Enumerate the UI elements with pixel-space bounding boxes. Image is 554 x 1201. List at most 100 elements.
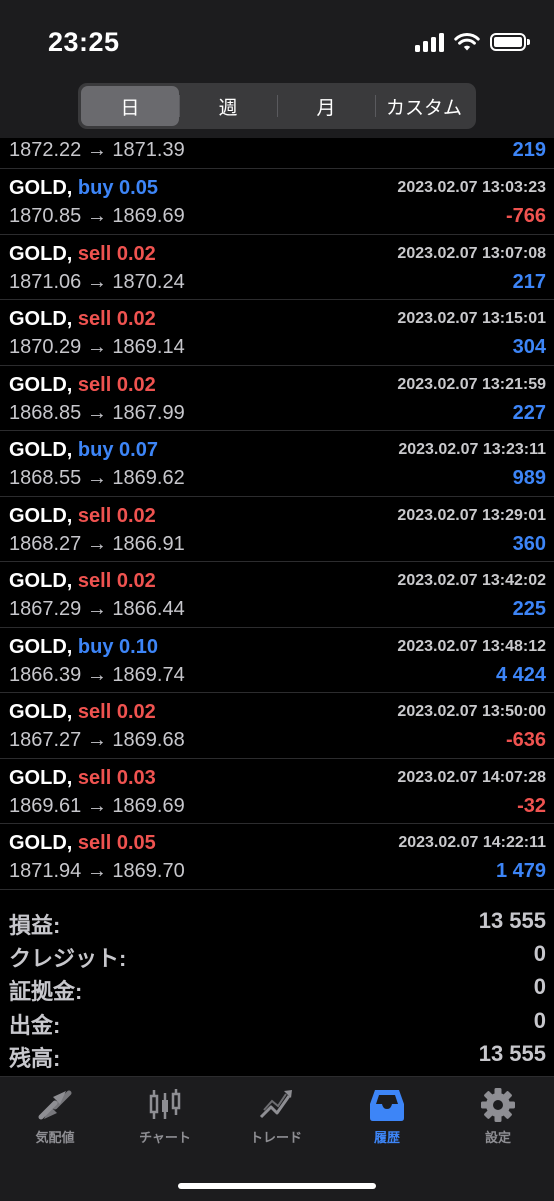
summary-label: 残高:	[9, 1045, 61, 1071]
tab-trade[interactable]: トレード	[221, 1087, 331, 1146]
summary-row-profit: 損益: 13 555	[0, 904, 554, 938]
deal-profit: 225	[512, 598, 546, 620]
tab-label: トレード	[249, 1130, 302, 1145]
deal-row[interactable]: GOLD, sell 0.02 2023.02.07 13:21:59 1868.8…	[0, 366, 554, 431]
wifi-icon	[454, 33, 480, 51]
deal-symbol-name: GOLD,	[9, 504, 73, 527]
deal-profit: 1 479	[495, 860, 546, 882]
deal-row[interactable]: GOLD, sell 0.02 2023.02.07 13:42:02 1867.2…	[0, 562, 554, 628]
deal-symbol-name: GOLD,	[9, 373, 73, 396]
summary-row-balance: 残高: 13 555	[0, 1037, 554, 1071]
history-icon	[370, 1090, 404, 1121]
battery-icon	[490, 33, 530, 51]
deal-symbol-name: GOLD,	[9, 635, 73, 658]
deal-time: 2023.02.07 13:50:00	[397, 703, 546, 720]
deal-row[interactable]: GOLD, buy 0.10 2023.02.07 13:48:12 1866.39…	[0, 628, 554, 693]
summary-row-credit: クレジット: 0	[0, 937, 554, 971]
deal-type-volume: buy 0.10	[77, 635, 158, 658]
deal-prices: 1871.94 → 1869.70	[9, 860, 185, 882]
cellular-signal-icon	[415, 32, 444, 52]
trade-icon	[259, 1090, 292, 1119]
deal-symbol: GOLD, buy 0.10	[9, 636, 158, 659]
deal-symbol-name: GOLD,	[9, 308, 73, 330]
deal-type-volume: buy 0.07	[77, 439, 158, 461]
deal-profit: -32	[517, 794, 546, 817]
deal-prices: 1868.55 → 1869.62	[9, 467, 185, 489]
period-tab-custom[interactable]: カスタム	[375, 86, 473, 126]
deal-prices: 1868.27 → 1866.91	[9, 532, 185, 555]
tab-settings[interactable]: 設定	[443, 1087, 553, 1146]
deal-type-volume: sell 0.02	[77, 701, 156, 723]
deal-time: 2023.02.07 14:22:11	[398, 834, 546, 851]
deal-time: 2023.02.07 13:42:02	[397, 572, 546, 589]
deal-row-partial[interactable]: 1872.22 → 1871.39 219	[0, 138, 554, 169]
top-bar: 23:25 日 週 月 カスタム	[0, 0, 554, 138]
deal-type-volume: sell 0.03	[77, 766, 156, 789]
status-time: 23:25	[48, 27, 120, 57]
period-tab-week[interactable]: 週	[179, 86, 277, 126]
deal-symbol: GOLD, sell 0.02	[9, 701, 156, 724]
deal-row[interactable]: GOLD, sell 0.05 2023.02.07 14:22:11 1871.9…	[0, 824, 554, 890]
tab-label: 設定	[484, 1130, 511, 1145]
deal-profit: 227	[512, 401, 546, 424]
deal-prices: 1870.85 → 1869.69	[9, 205, 185, 227]
summary-value: 0	[533, 974, 546, 1000]
deal-prices: 1871.06 → 1870.24	[9, 270, 185, 293]
deal-prices: 1870.29 → 1869.14	[9, 336, 185, 358]
deal-symbol-name: GOLD,	[9, 570, 73, 592]
deal-prices: 1866.39 → 1869.74	[9, 663, 185, 686]
chart-icon	[149, 1089, 181, 1119]
status-icons	[415, 32, 530, 52]
summary-value: 13 555	[478, 1040, 546, 1066]
deal-symbol: GOLD, sell 0.02	[9, 243, 156, 266]
tab-quotes[interactable]: 気配値	[0, 1087, 110, 1146]
deal-type-volume: sell 0.02	[77, 308, 156, 330]
deal-type-volume: sell 0.02	[77, 373, 156, 396]
summary-row-deposit: 証拠金: 0	[0, 970, 554, 1004]
period-tab-day[interactable]: 日	[81, 86, 179, 126]
deal-prices: 1872.22 → 1871.39	[9, 139, 185, 161]
deal-time: 2023.02.07 13:07:08	[397, 244, 546, 262]
deal-time: 2023.02.07 13:48:12	[397, 637, 546, 655]
deal-symbol: GOLD, buy 0.07	[9, 439, 158, 462]
deal-symbol-name: GOLD,	[9, 242, 73, 265]
deal-time: 2023.02.07 13:03:23	[397, 179, 546, 196]
deal-symbol-name: GOLD,	[9, 766, 73, 789]
deal-time: 2023.02.07 13:15:01	[397, 310, 546, 327]
deal-row[interactable]: GOLD, sell 0.03 2023.02.07 14:07:28 1869.6…	[0, 759, 554, 824]
deal-type-volume: sell 0.05	[77, 832, 156, 854]
tab-history[interactable]: 履歴	[332, 1087, 442, 1146]
summary-value: 13 555	[478, 908, 546, 933]
deal-profit: 360	[512, 532, 546, 555]
deal-symbol: GOLD, sell 0.02	[9, 308, 156, 331]
deal-prices: 1867.29 → 1866.44	[9, 598, 185, 620]
deal-symbol-name: GOLD,	[9, 701, 73, 723]
deal-row[interactable]: GOLD, buy 0.05 2023.02.07 13:03:23 1870.85…	[0, 169, 554, 235]
deal-profit: 304	[512, 336, 546, 358]
deal-type-volume: sell 0.02	[77, 242, 156, 265]
deal-row[interactable]: GOLD, sell 0.02 2023.02.07 13:15:01 1870.2…	[0, 300, 554, 366]
home-indicator[interactable]	[178, 1183, 376, 1189]
deal-time: 2023.02.07 13:29:01	[397, 506, 546, 524]
deal-time: 2023.02.07 14:07:28	[397, 768, 546, 786]
deal-prices: 1869.61 → 1869.69	[9, 794, 185, 817]
account-summary: 損益: 13 555 クレジット: 0 証拠金: 0 出金: 0 残高: 13 …	[0, 904, 554, 1071]
deal-prices: 1867.27 → 1869.68	[9, 729, 185, 751]
deal-profit: -636	[505, 729, 546, 751]
period-tab-month[interactable]: 月	[277, 86, 375, 126]
deal-row[interactable]: GOLD, sell 0.02 2023.02.07 13:07:08 1871.0…	[0, 235, 554, 300]
deal-time: 2023.02.07 13:21:59	[397, 375, 546, 393]
bottom-tab-bar: 気配値 チャート トレード 履歴 設定	[0, 1076, 554, 1201]
quotes-icon	[38, 1090, 72, 1120]
deal-symbol: GOLD, sell 0.02	[9, 505, 156, 528]
deal-row[interactable]: GOLD, sell 0.02 2023.02.07 13:50:00 1867.2…	[0, 693, 554, 759]
deal-profit: 219	[512, 139, 546, 161]
deal-time: 2023.02.07 13:23:11	[398, 441, 546, 458]
period-segmented-control: 日 週 月 カスタム	[78, 83, 476, 129]
deal-type-volume: sell 0.02	[77, 504, 156, 527]
summary-value: 0	[533, 1007, 546, 1033]
summary-label: 損益:	[9, 913, 61, 938]
tab-chart[interactable]: チャート	[110, 1087, 220, 1146]
deal-row[interactable]: GOLD, sell 0.02 2023.02.07 13:29:01 1868.2…	[0, 497, 554, 562]
deal-row[interactable]: GOLD, buy 0.07 2023.02.07 13:23:11 1868.55…	[0, 431, 554, 497]
